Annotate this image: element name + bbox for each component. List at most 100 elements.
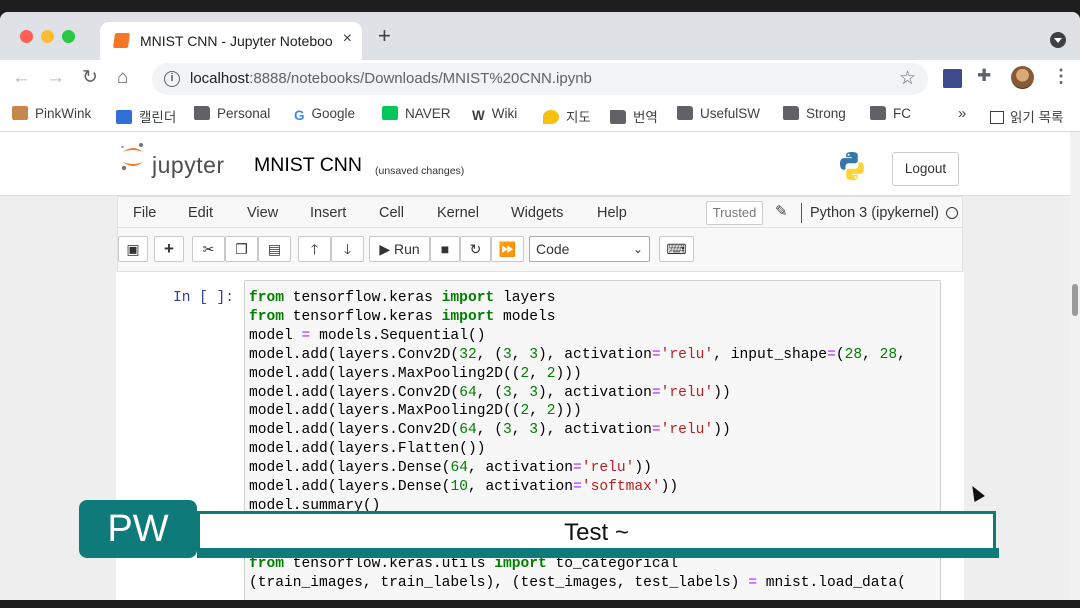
jupyter-header: jupyter MNIST CNN (unsaved changes) Logo…	[0, 132, 1080, 196]
arrow-down-icon: 🡓	[343, 241, 352, 257]
bookmark-folder-usefulsw[interactable]: UsefulSW	[677, 106, 760, 121]
bookmark-star-icon[interactable]: ☆	[899, 67, 916, 90]
bookmarks-more-icon[interactable]: »	[958, 105, 966, 122]
cut-button[interactable]: ✂	[192, 236, 225, 262]
stop-icon: ■	[440, 241, 450, 257]
tab-search-icon[interactable]	[1050, 32, 1066, 48]
tab-mnist-cnn[interactable]: MNIST CNN - Jupyter Notebook ×	[100, 22, 362, 60]
reload-icon[interactable]: ↻	[82, 67, 98, 89]
jupyter-logo-icon	[121, 143, 143, 171]
plus-icon: +	[164, 239, 174, 258]
kernel-name[interactable]: Python 3 (ipykernel)	[810, 205, 939, 221]
copy-button[interactable]: ❐	[225, 236, 258, 262]
notebook-toolbar: ▣ + ✂ ❐ ▤ 🡑 🡓 ▶ Run ■ ↻ ⏩ Code ⌄ ⌨	[117, 228, 963, 272]
home-icon[interactable]: ⌂	[117, 67, 128, 89]
new-tab-button[interactable]: +	[378, 25, 391, 47]
url-host: localhost	[190, 70, 250, 87]
notebook-title[interactable]: MNIST CNN	[254, 154, 362, 177]
folder-icon	[677, 106, 693, 120]
menu-file[interactable]: File	[133, 205, 156, 221]
reading-list-icon	[990, 111, 1004, 124]
folder-icon	[610, 110, 626, 124]
bookmark-pinkwink[interactable]: PinkWink	[12, 106, 91, 121]
menu-cell[interactable]: Cell	[379, 205, 404, 221]
bookmark-google[interactable]: G Google	[294, 106, 355, 123]
site-info-icon[interactable]: i	[164, 71, 180, 87]
paste-button[interactable]: ▤	[258, 236, 291, 262]
address-bar[interactable]: i localhost:8888/notebooks/Downloads/MNI…	[152, 63, 928, 95]
caption-text: Test ~	[564, 519, 629, 546]
save-button[interactable]: ▣	[118, 236, 148, 262]
python-logo-icon	[840, 152, 864, 180]
menu-view[interactable]: View	[247, 205, 278, 221]
menu-widgets[interactable]: Widgets	[511, 205, 563, 221]
code-text[interactable]: from tensorflow.keras import layers from…	[249, 289, 906, 516]
reading-list-button[interactable]: 읽기 목록	[990, 106, 1063, 126]
url-text[interactable]: localhost:8888/notebooks/Downloads/MNIST…	[190, 70, 592, 87]
bookmark-naver[interactable]: NAVER	[382, 106, 451, 121]
caption-badge: PW	[79, 500, 197, 558]
navigation-bar: ← → ↻ ⌂ i localhost:8888/notebooks/Downl…	[0, 60, 1080, 98]
bookmark-folder-personal[interactable]: Personal	[194, 106, 270, 121]
move-up-button[interactable]: 🡑	[298, 236, 331, 262]
kernel-idle-indicator-icon	[946, 207, 958, 219]
paste-icon: ▤	[267, 241, 282, 257]
pinkwink-icon	[12, 106, 28, 120]
scissors-icon: ✂	[202, 241, 215, 257]
cell-type-select[interactable]: Code ⌄	[529, 236, 650, 262]
ia-extension-icon-2[interactable]	[943, 69, 962, 88]
code-text-2[interactable]: from tensorflow.keras.utils import to_ca…	[249, 555, 906, 593]
bookmark-folder-fc[interactable]: FC	[870, 106, 911, 121]
google-icon: G	[294, 108, 305, 123]
copy-icon: ❐	[235, 241, 248, 257]
close-window-button[interactable]	[20, 30, 33, 43]
menu-kernel[interactable]: Kernel	[437, 205, 479, 221]
menu-insert[interactable]: Insert	[310, 205, 346, 221]
menu-edit[interactable]: Edit	[188, 205, 213, 221]
edit-pencil-icon[interactable]: ✎	[775, 202, 788, 220]
back-arrow-icon[interactable]: ←	[12, 67, 31, 89]
move-down-button[interactable]: 🡓	[331, 236, 364, 262]
insert-cell-button[interactable]: +	[154, 236, 184, 262]
page-scrollbar[interactable]	[1070, 132, 1080, 600]
tab-title: MNIST CNN - Jupyter Notebook	[140, 33, 332, 49]
save-status: (unsaved changes)	[375, 165, 465, 177]
minimize-window-button[interactable]	[41, 30, 54, 43]
map-icon	[543, 110, 559, 124]
restart-button[interactable]: ↻	[460, 236, 491, 262]
run-button[interactable]: ▶ Run	[369, 236, 430, 262]
scroll-thumb[interactable]	[1072, 284, 1078, 316]
kernel-divider	[801, 203, 802, 223]
trusted-badge[interactable]: Trusted	[706, 201, 763, 225]
profile-avatar[interactable]	[1011, 66, 1034, 89]
interrupt-button[interactable]: ■	[430, 236, 460, 262]
chevron-down-icon: ⌄	[632, 242, 643, 256]
folder-icon	[783, 106, 799, 120]
bookmark-wiki[interactable]: W Wiki	[472, 106, 517, 123]
save-icon: ▣	[126, 241, 140, 257]
command-palette-button[interactable]: ⌨	[659, 236, 694, 262]
video-frame: MNIST CNN - Jupyter Notebook × + ← → ↻ ⌂…	[0, 0, 1080, 608]
zoom-window-button[interactable]	[62, 30, 75, 43]
forward-arrow-icon[interactable]: →	[46, 67, 65, 89]
caption-bar: Test ~	[197, 511, 996, 551]
jupyter-logo-text[interactable]: jupyter	[152, 152, 225, 179]
browser-menu-icon[interactable]: ⋮	[1052, 66, 1070, 87]
tab-close-icon[interactable]: ×	[343, 30, 352, 48]
bookmark-calendar[interactable]: 캘린더	[116, 106, 176, 126]
wiki-icon: W	[472, 108, 485, 123]
extensions-puzzle-icon[interactable]: ✚	[977, 66, 991, 86]
restart-run-all-button[interactable]: ⏩	[491, 236, 524, 262]
logout-button[interactable]: Logout	[892, 152, 959, 186]
bookmarks-bar: PinkWink 캘린더 Personal G Google NAVER W Wik…	[0, 98, 1080, 132]
menu-help[interactable]: Help	[597, 205, 627, 221]
bookmark-folder-translate[interactable]: 번역	[610, 106, 658, 126]
folder-icon	[870, 106, 886, 120]
naver-icon	[382, 106, 398, 120]
code-cell-input[interactable]: from tensorflow.keras import layers from…	[244, 280, 941, 520]
cell-prompt: In [ ]:	[173, 290, 234, 306]
fast-forward-icon: ⏩	[498, 241, 517, 257]
bookmark-folder-strong[interactable]: Strong	[783, 106, 846, 121]
bookmark-map[interactable]: 지도	[543, 106, 591, 126]
tab-bar: MNIST CNN - Jupyter Notebook × +	[0, 12, 1080, 60]
